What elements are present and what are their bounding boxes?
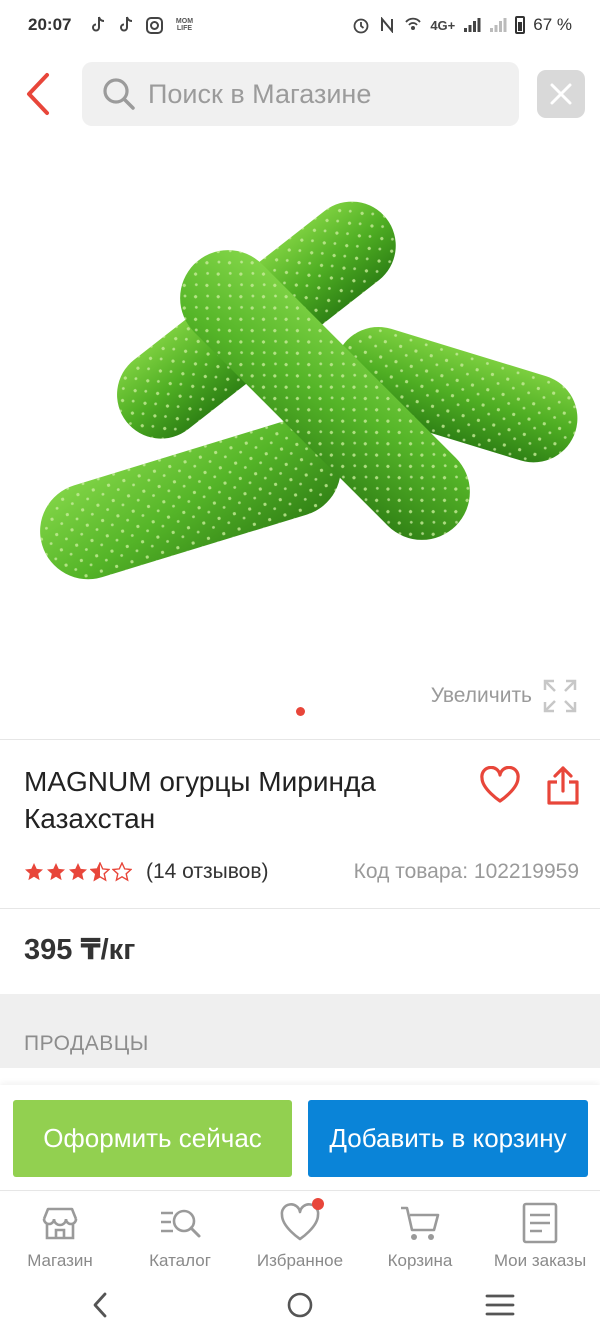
momlife-icon: MOM LIFE	[175, 18, 194, 32]
tab-cart[interactable]: Корзина	[360, 1191, 480, 1278]
star-full-icon	[25, 863, 43, 881]
divider	[0, 908, 600, 909]
status-time: 20:07	[28, 15, 72, 34]
status-bar: 20:07 MOM LIFE 4G+ 67 %	[0, 0, 600, 50]
alarm-icon	[352, 16, 370, 34]
system-back-button[interactable]	[70, 1283, 130, 1327]
search-icon	[103, 78, 135, 110]
tab-orders[interactable]: Мои заказы	[480, 1191, 600, 1278]
search-input[interactable]	[148, 78, 488, 110]
battery-percent: 67 %	[533, 15, 572, 34]
favorites-badge	[312, 1198, 324, 1210]
shop-icon	[42, 1207, 78, 1240]
product-price: 395 ₸/кг	[24, 934, 136, 966]
status-right-icons: 4G+ 67 %	[352, 15, 572, 35]
nfc-icon	[378, 16, 396, 34]
home-circle-icon	[287, 1292, 313, 1318]
share-icon	[547, 766, 579, 805]
tab-label: Корзина	[387, 1251, 453, 1270]
star-full-icon	[47, 863, 65, 881]
battery-icon	[515, 16, 526, 34]
buy-now-button[interactable]: Оформить сейчас	[13, 1100, 292, 1177]
tab-label: Мои заказы	[493, 1251, 587, 1270]
gallery-page-indicator	[296, 707, 305, 716]
search-header	[0, 58, 600, 130]
search-bar[interactable]	[82, 62, 519, 126]
tab-label: Избранное	[256, 1251, 344, 1270]
divider	[0, 739, 600, 740]
rating-row: (14 отзывов) Код товара: 102219959	[24, 855, 579, 889]
zoom-label: Увеличить	[430, 684, 532, 707]
reviews-link[interactable]: (14 отзывов)	[146, 860, 269, 884]
orders-icon	[522, 1202, 558, 1244]
signal-icon	[489, 16, 507, 34]
system-menu-button[interactable]	[470, 1283, 530, 1327]
sellers-section	[0, 994, 600, 1068]
tab-favorites[interactable]: Избранное	[240, 1191, 360, 1278]
hotspot-icon	[404, 16, 422, 34]
chevron-left-icon	[27, 73, 49, 115]
sellers-label: ПРОДАВЦЫ	[24, 1032, 149, 1055]
tab-label: Каталог	[149, 1251, 211, 1270]
instagram-icon	[145, 16, 163, 34]
favorite-button[interactable]	[477, 762, 523, 808]
tab-label: Магазин	[27, 1251, 93, 1270]
system-nav-bar	[0, 1278, 600, 1332]
tab-shop[interactable]: Магазин	[0, 1191, 120, 1278]
catalog-search-icon	[161, 1209, 201, 1238]
share-button[interactable]	[540, 760, 586, 810]
status-left-icons: MOM LIFE	[89, 16, 195, 34]
product-gallery[interactable]: Увеличить	[0, 140, 600, 740]
menu-icon	[485, 1294, 515, 1316]
signal-4g-icon: 4G+	[430, 17, 456, 33]
heart-icon	[480, 766, 520, 803]
signal-icon	[463, 16, 481, 34]
tiktok-icon	[89, 16, 107, 34]
expand-icon	[543, 679, 577, 713]
purchase-action-bar: Оформить сейчас Добавить в корзину	[0, 1085, 600, 1190]
back-button[interactable]	[16, 66, 60, 122]
zoom-button[interactable]: Увеличить	[431, 678, 578, 714]
cart-icon	[401, 1206, 440, 1240]
product-title: MAGNUM огурцы Миринда Казахстан	[24, 766, 376, 834]
bottom-tab-bar: Магазин Каталог Избранное Корзина Мои за…	[0, 1190, 600, 1278]
star-half-icon	[90, 862, 110, 882]
tiktok-icon	[117, 16, 135, 34]
star-empty-icon	[112, 862, 132, 882]
product-image	[40, 201, 578, 580]
close-icon	[550, 83, 572, 105]
system-home-button[interactable]	[270, 1283, 330, 1327]
chevron-left-icon	[93, 1292, 107, 1318]
product-code: Код товара: 102219959	[353, 860, 579, 883]
clear-search-button[interactable]	[537, 70, 585, 118]
rating-stars	[24, 862, 132, 882]
star-full-icon	[69, 863, 87, 881]
add-to-cart-button[interactable]: Добавить в корзину	[308, 1100, 588, 1177]
tab-catalog[interactable]: Каталог	[120, 1191, 240, 1278]
